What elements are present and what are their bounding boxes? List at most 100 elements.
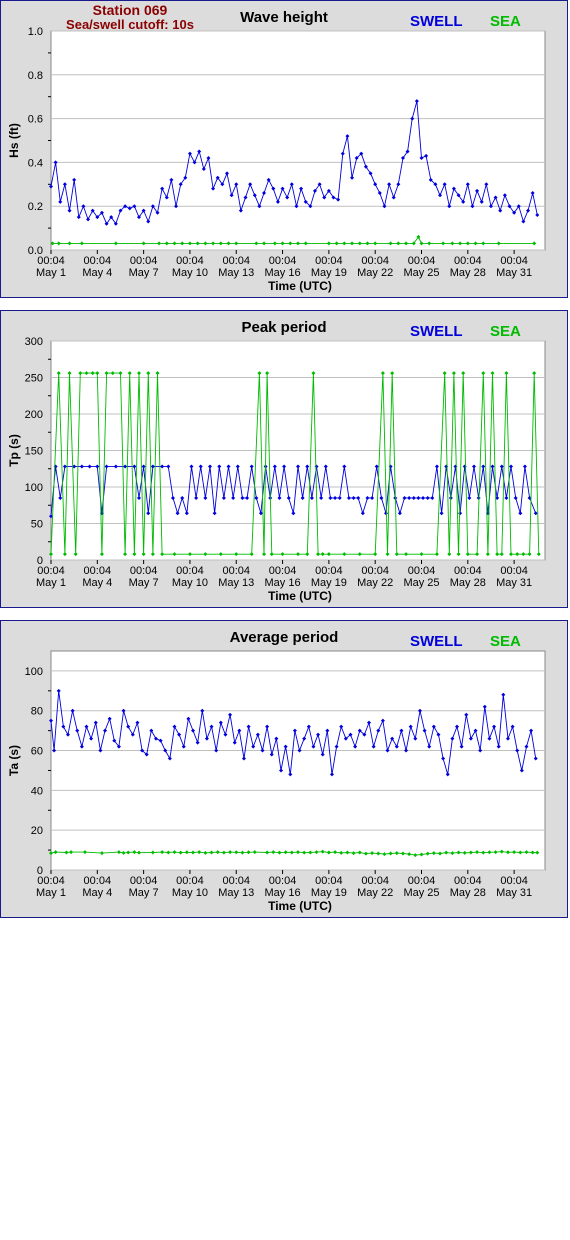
x-tick-time: 00:04: [315, 255, 343, 267]
x-tick-time: 00:04: [408, 875, 436, 887]
x-tick-time: 00:04: [222, 875, 250, 887]
plot-area: [50, 30, 546, 251]
x-tick-time: 00:04: [176, 255, 204, 267]
y-axis-label: Tp (s): [7, 434, 21, 467]
y-tick-label: 200: [25, 409, 43, 421]
y-tick-label: 100: [25, 482, 43, 494]
x-tick-date: May 28: [450, 267, 486, 279]
y-tick-label: 150: [25, 446, 43, 458]
legend-swell: SWELL: [410, 13, 463, 30]
legend-sea: SEA: [490, 323, 521, 340]
x-tick-date: May 25: [403, 887, 439, 899]
x-tick-time: 00:04: [84, 565, 112, 577]
x-tick-time: 00:04: [315, 565, 343, 577]
wave-height-panel: 0.0 0.2 0.4 0.6 0.8 1.0 00:04 May 1 00:04 May 4 00…: [0, 0, 568, 298]
legend-swell: SWELL: [410, 323, 463, 340]
x-tick-time: 00:04: [361, 875, 389, 887]
x-tick-time: 00:04: [361, 565, 389, 577]
x-tick-date: May 16: [265, 577, 301, 589]
x-tick-date: May 19: [311, 577, 347, 589]
x-tick-date: May 22: [357, 887, 393, 899]
x-tick-time: 00:04: [361, 255, 389, 267]
x-tick-time: 00:04: [454, 255, 482, 267]
x-tick-time: 00:04: [37, 565, 65, 577]
y-tick-label: 0.6: [28, 114, 43, 126]
x-tick-date: May 13: [218, 267, 254, 279]
x-tick-date: May 31: [496, 577, 532, 589]
average-period-chart: 02040608010000:04May 100:04May 400:04May…: [7, 629, 546, 913]
y-tick-label: 20: [31, 825, 43, 837]
x-tick-date: May 4: [82, 577, 112, 589]
x-tick-time: 00:04: [500, 565, 528, 577]
x-tick-time: 00:04: [130, 565, 158, 577]
x-tick-time: 00:04: [500, 875, 528, 887]
chart-title: Wave height: [240, 9, 328, 26]
x-tick-time: 00:04: [269, 565, 297, 577]
y-tick-label: 300: [25, 336, 43, 348]
x-tick-date: May 13: [218, 887, 254, 899]
x-tick-date: May 16: [265, 887, 301, 899]
x-axis-label: Time (UTC): [268, 899, 332, 913]
chart-title: Peak period: [241, 319, 326, 336]
x-tick-time: 00:04: [222, 255, 250, 267]
peak-period-chart: 05010015020025030000:04May 100:04May 400…: [7, 319, 546, 603]
x-tick-time: 00:04: [408, 565, 436, 577]
x-tick-time: 00:04: [269, 255, 297, 267]
x-tick-date: May 13: [218, 577, 254, 589]
x-tick-date: May 10: [172, 887, 208, 899]
chart-title: Average period: [230, 629, 339, 646]
x-tick-date: May 19: [311, 887, 347, 899]
x-tick-date: May 7: [129, 887, 159, 899]
x-tick-date: May 22: [357, 267, 393, 279]
x-tick-time: 00:04: [454, 565, 482, 577]
cutoff-label: Sea/swell cutoff: 10s: [66, 17, 194, 32]
x-tick-time: 00:04: [130, 255, 158, 267]
x-axis-label: Time (UTC): [268, 279, 332, 293]
y-axis-label: Ta (s): [7, 745, 21, 776]
y-tick-label: 250: [25, 373, 43, 385]
x-tick-date: May 25: [403, 267, 439, 279]
x-tick-time: 00:04: [176, 875, 204, 887]
x-tick-time: 00:04: [176, 565, 204, 577]
x-tick-date: May 16: [265, 267, 301, 279]
x-tick-time: 00:04: [454, 875, 482, 887]
x-tick-time: 00:04: [408, 255, 436, 267]
x-tick-date: May 1: [36, 267, 66, 279]
x-tick-date: May 4: [82, 887, 112, 899]
x-tick-date: May 19: [311, 267, 347, 279]
x-tick-date: May 22: [357, 577, 393, 589]
y-tick-label: 100: [25, 666, 43, 678]
station-title: Station 069: [93, 2, 168, 18]
x-tick-time: 00:04: [222, 565, 250, 577]
y-tick-label: 0.2: [28, 201, 43, 213]
y-axis-label: Hs (ft): [7, 123, 21, 158]
x-tick-date: May 10: [172, 267, 208, 279]
x-tick-date: May 1: [36, 577, 66, 589]
average-period-panel: 0 20 40 60 80 100 00:04 May 1 00:04 May 4 00:04 May…: [0, 620, 568, 918]
x-tick-date: May 28: [450, 577, 486, 589]
wave-height-chart: 0.00.20.40.60.81.000:04May 100:04May 400…: [7, 2, 546, 293]
x-tick-date: May 4: [82, 267, 112, 279]
legend-swell: SWELL: [410, 633, 463, 650]
x-tick-date: May 31: [496, 887, 532, 899]
peak-period-panel: 0 50 100 150 200 250 300 00:04 May 1 00:04 May 4 00…: [0, 310, 568, 608]
x-tick-time: 00:04: [84, 875, 112, 887]
y-tick-label: 60: [31, 746, 43, 758]
x-tick-time: 00:04: [315, 875, 343, 887]
x-tick-time: 00:04: [130, 875, 158, 887]
y-tick-label: 80: [31, 706, 43, 718]
legend-sea: SEA: [490, 13, 521, 30]
y-tick-label: 1.0: [28, 26, 43, 38]
legend-sea: SEA: [490, 633, 521, 650]
y-tick-label: 0.8: [28, 70, 43, 82]
x-tick-time: 00:04: [269, 875, 297, 887]
x-tick-time: 00:04: [37, 255, 65, 267]
x-tick-date: May 1: [36, 887, 66, 899]
plot-area: [50, 650, 546, 871]
y-tick-label: 40: [31, 785, 43, 797]
x-tick-date: May 25: [403, 577, 439, 589]
x-tick-date: May 28: [450, 887, 486, 899]
x-tick-time: 00:04: [37, 875, 65, 887]
x-tick-date: May 31: [496, 267, 532, 279]
x-tick-date: May 10: [172, 577, 208, 589]
